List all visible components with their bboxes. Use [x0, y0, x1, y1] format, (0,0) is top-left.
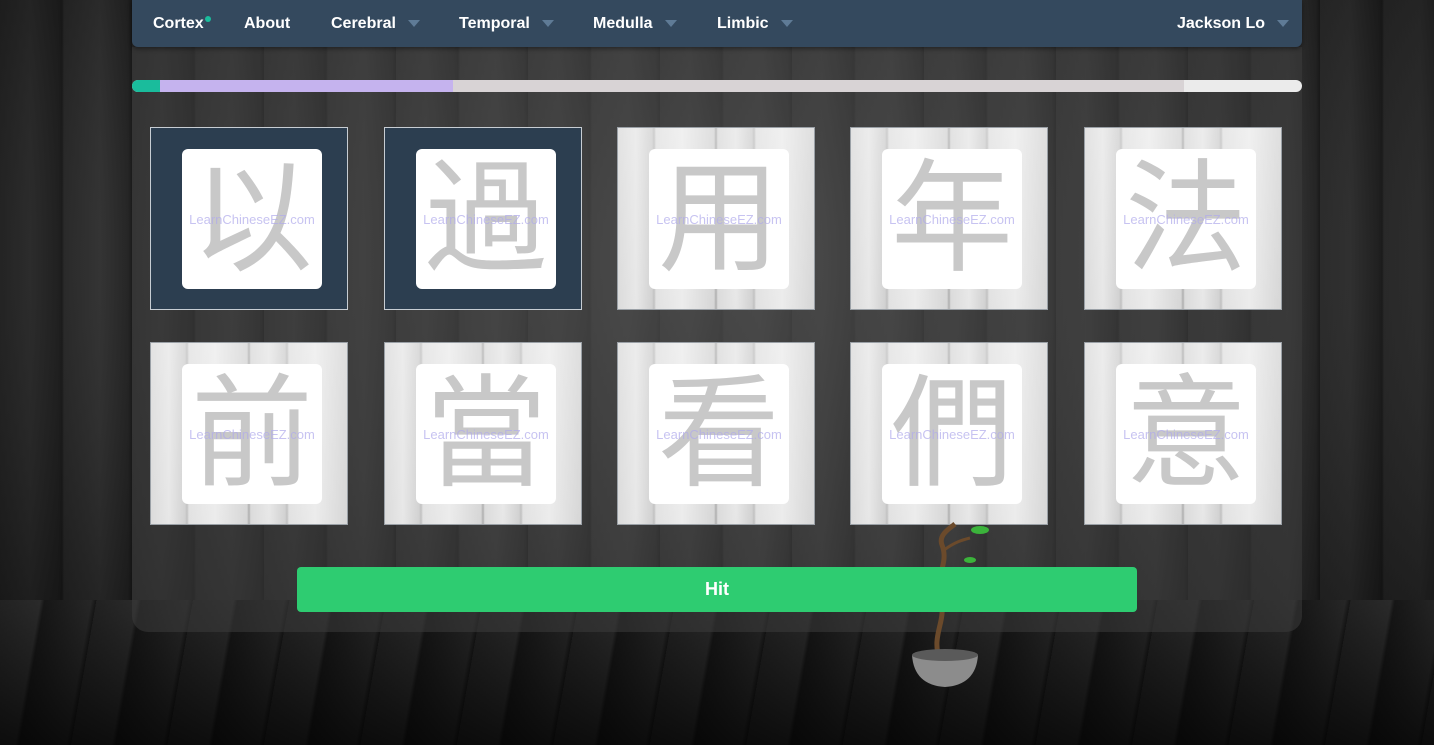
progress-segment-remaining: [452, 80, 1184, 92]
character-card[interactable]: 過 LearnChineseEZ.com: [384, 127, 582, 310]
user-menu[interactable]: Jackson Lo: [1177, 0, 1290, 47]
hit-button[interactable]: Hit: [297, 567, 1137, 612]
watermark-text: LearnChineseEZ.com: [189, 427, 315, 442]
nav-item-medulla[interactable]: Medulla: [593, 0, 677, 47]
nav-item-limbic[interactable]: Limbic: [717, 0, 793, 47]
nav-item-label: Cerebral: [331, 15, 396, 32]
character-card[interactable]: 們 LearnChineseEZ.com: [850, 342, 1048, 525]
character-tile: 看 LearnChineseEZ.com: [649, 364, 789, 504]
hit-button-label: Hit: [705, 579, 729, 599]
nav-item-cerebral[interactable]: Cerebral: [331, 0, 420, 47]
brand-link[interactable]: Cortex: [153, 0, 204, 47]
character-tile: 用 LearnChineseEZ.com: [649, 149, 789, 289]
watermark-text: LearnChineseEZ.com: [889, 212, 1015, 227]
character-card[interactable]: 法 LearnChineseEZ.com: [1084, 127, 1282, 310]
watermark-text: LearnChineseEZ.com: [656, 427, 782, 442]
caret-down-icon: [664, 20, 677, 28]
nav-item-label: Temporal: [459, 15, 530, 32]
caret-down-icon: [780, 20, 793, 28]
character-tile: 年 LearnChineseEZ.com: [882, 149, 1022, 289]
character-tile: 過 LearnChineseEZ.com: [416, 149, 556, 289]
brand-label: Cortex: [153, 15, 204, 32]
nav-item-label: Limbic: [717, 15, 769, 32]
caret-down-icon: [541, 20, 554, 28]
character-card[interactable]: 以 LearnChineseEZ.com: [150, 127, 348, 310]
character-card[interactable]: 意 LearnChineseEZ.com: [1084, 342, 1282, 525]
watermark-text: LearnChineseEZ.com: [889, 427, 1015, 442]
watermark-text: LearnChineseEZ.com: [423, 427, 549, 442]
watermark-text: LearnChineseEZ.com: [189, 212, 315, 227]
status-dot-icon: [205, 16, 211, 22]
user-name: Jackson Lo: [1177, 15, 1266, 32]
nav-item-about[interactable]: About: [244, 0, 290, 47]
character-tile: 當 LearnChineseEZ.com: [416, 364, 556, 504]
caret-down-icon: [407, 20, 420, 28]
progress-segment-current: [160, 80, 453, 92]
character-tile: 意 LearnChineseEZ.com: [1116, 364, 1256, 504]
character-tile: 法 LearnChineseEZ.com: [1116, 149, 1256, 289]
character-card[interactable]: 前 LearnChineseEZ.com: [150, 342, 348, 525]
character-tile: 們 LearnChineseEZ.com: [882, 364, 1022, 504]
caret-down-icon: [1277, 20, 1290, 28]
character-card[interactable]: 看 LearnChineseEZ.com: [617, 342, 815, 525]
character-card[interactable]: 年 LearnChineseEZ.com: [850, 127, 1048, 310]
progress-segment-completed: [132, 80, 161, 92]
character-tile: 以 LearnChineseEZ.com: [182, 149, 322, 289]
watermark-text: LearnChineseEZ.com: [1123, 427, 1249, 442]
character-card[interactable]: 用 LearnChineseEZ.com: [617, 127, 815, 310]
character-card[interactable]: 當 LearnChineseEZ.com: [384, 342, 582, 525]
nav-item-temporal[interactable]: Temporal: [459, 0, 554, 47]
watermark-text: LearnChineseEZ.com: [1123, 212, 1249, 227]
character-tile: 前 LearnChineseEZ.com: [182, 364, 322, 504]
progress-bar: [132, 80, 1302, 92]
watermark-text: LearnChineseEZ.com: [423, 212, 549, 227]
nav-item-label: Medulla: [593, 15, 653, 32]
navbar: Cortex About Cerebral Temporal Medulla L…: [132, 0, 1302, 47]
watermark-text: LearnChineseEZ.com: [656, 212, 782, 227]
nav-item-label: About: [244, 15, 291, 32]
